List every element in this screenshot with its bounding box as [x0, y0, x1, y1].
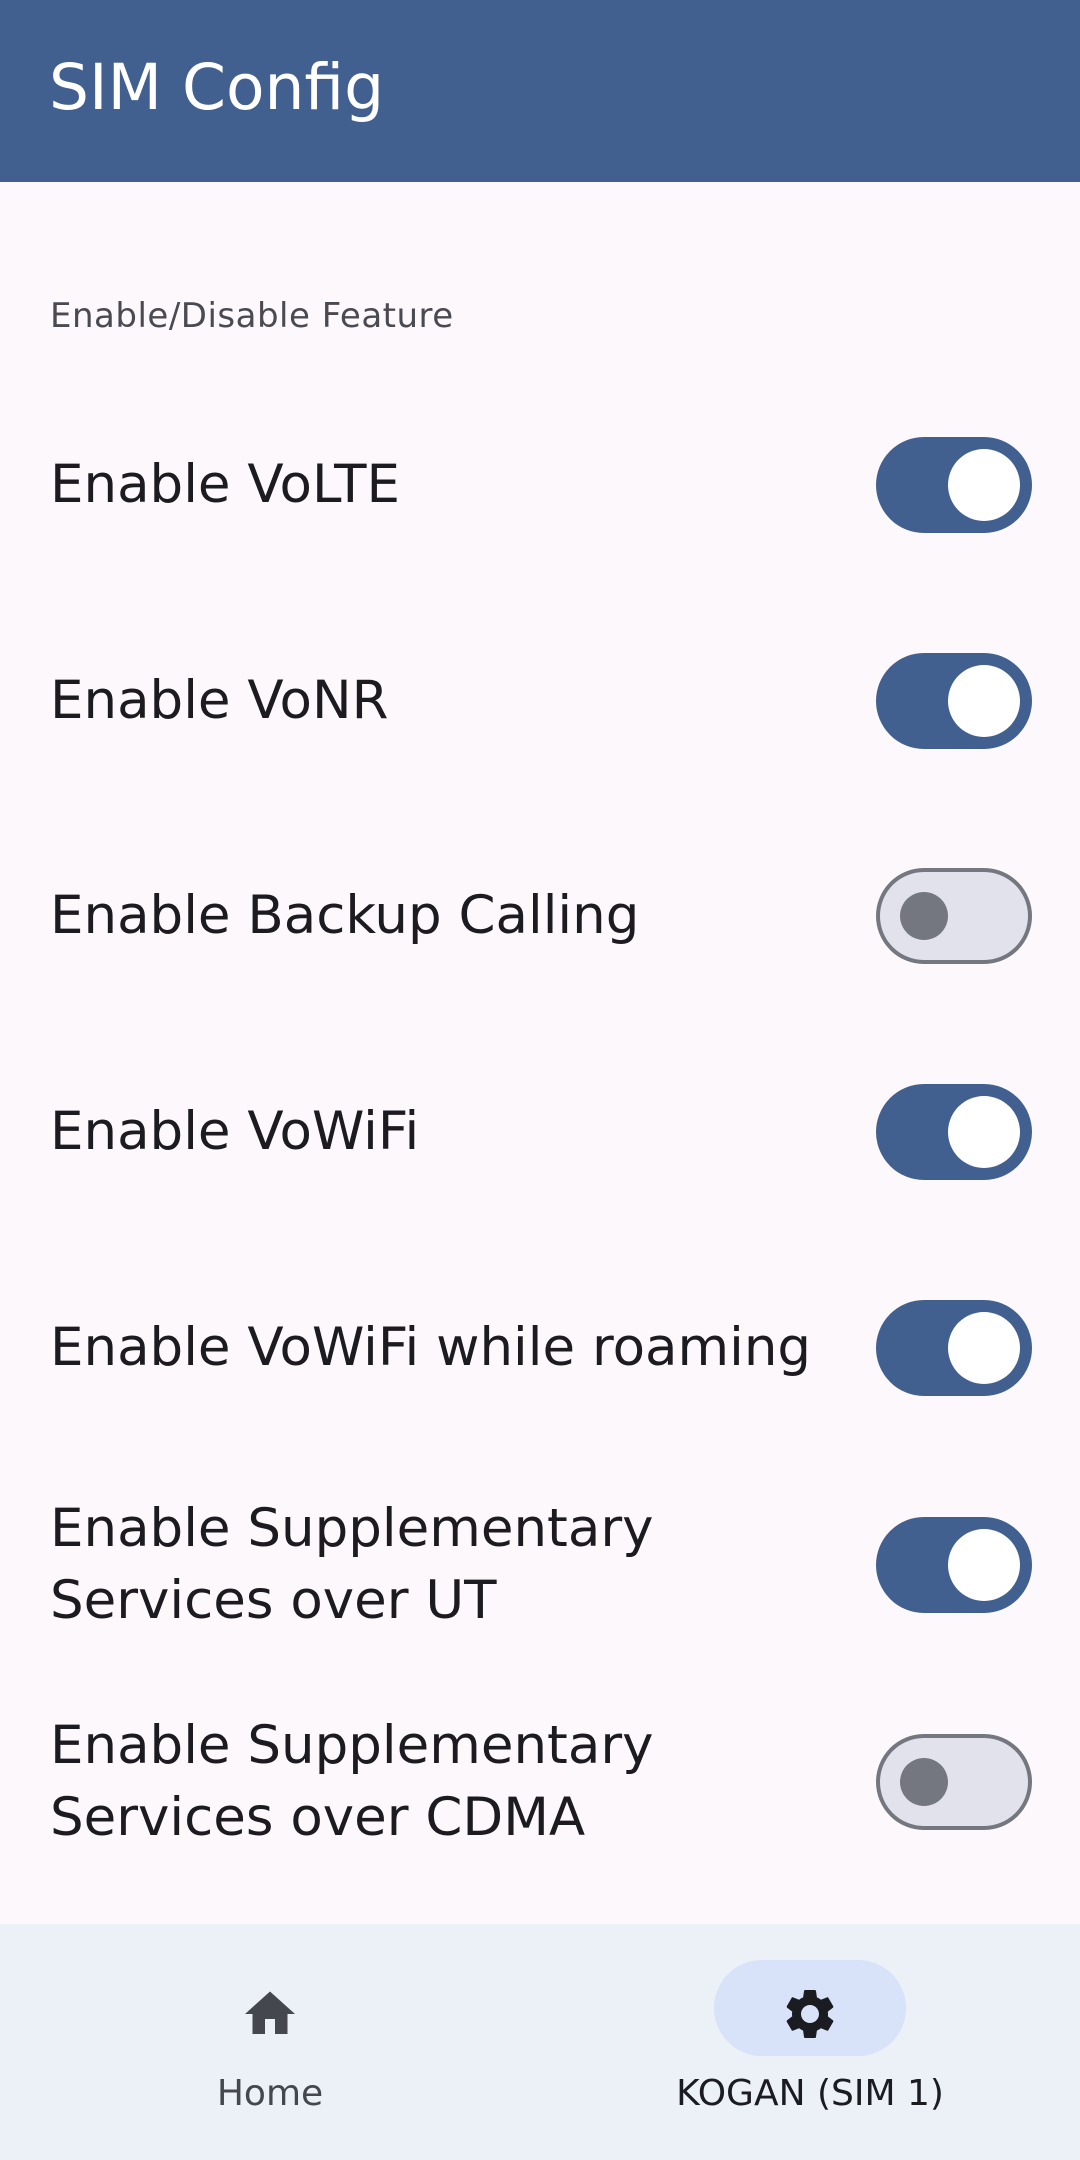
setting-row-supplementary-cdma[interactable]: Enable Supplementary Services over CDMA: [0, 1674, 1080, 1890]
setting-label: Enable VoNR: [50, 670, 389, 731]
bottom-navigation: Home KOGAN (SIM 1): [0, 1924, 1080, 2160]
nav-label: KOGAN (SIM 1): [676, 2073, 944, 2114]
nav-item-sim-settings[interactable]: KOGAN (SIM 1): [540, 1924, 1080, 2160]
setting-label: Enable Supplementary Services over CDMA: [50, 1715, 654, 1848]
switch-thumb: [900, 1758, 948, 1806]
setting-row-backup-calling[interactable]: Enable Backup Calling: [0, 808, 1080, 1024]
page-title: SIM Config: [49, 51, 385, 124]
setting-label: Enable Supplementary Services over UT: [50, 1498, 654, 1631]
switch-thumb: [948, 1096, 1020, 1168]
backup-calling-toggle-switch[interactable]: [876, 868, 1032, 964]
setting-label: Enable VoLTE: [50, 454, 401, 515]
switch-thumb: [948, 665, 1020, 737]
setting-label: Enable VoWiFi while roaming: [50, 1317, 812, 1378]
setting-row-vowifi[interactable]: Enable VoWiFi: [0, 1024, 1080, 1240]
section-header: Enable/Disable Feature: [50, 296, 454, 336]
nav-item-home[interactable]: Home: [0, 1924, 540, 2160]
app-bar: SIM Config: [0, 0, 1080, 182]
setting-row-volte[interactable]: Enable VoLTE: [0, 377, 1080, 593]
setting-row-vowifi-roaming[interactable]: Enable VoWiFi while roaming: [0, 1240, 1080, 1456]
supplementary-cdma-toggle-switch[interactable]: [876, 1734, 1032, 1830]
supplementary-ut-toggle-switch[interactable]: [876, 1517, 1032, 1613]
switch-thumb: [948, 449, 1020, 521]
volte-toggle-switch[interactable]: [876, 437, 1032, 533]
switch-thumb: [900, 892, 948, 940]
vowifi-toggle-switch[interactable]: [876, 1084, 1032, 1180]
home-icon: [245, 1991, 295, 2034]
switch-thumb: [948, 1529, 1020, 1601]
setting-label: Enable VoWiFi: [50, 1101, 420, 1162]
setting-label: Enable Backup Calling: [50, 885, 640, 946]
setting-row-supplementary-ut[interactable]: Enable Supplementary Services over UT: [0, 1457, 1080, 1673]
vowifi-roaming-toggle-switch[interactable]: [876, 1300, 1032, 1396]
gear-icon: [786, 1990, 834, 2038]
setting-row-vonr[interactable]: Enable VoNR: [0, 593, 1080, 809]
vonr-toggle-switch[interactable]: [876, 653, 1032, 749]
nav-label: Home: [216, 2073, 324, 2114]
switch-thumb: [948, 1312, 1020, 1384]
